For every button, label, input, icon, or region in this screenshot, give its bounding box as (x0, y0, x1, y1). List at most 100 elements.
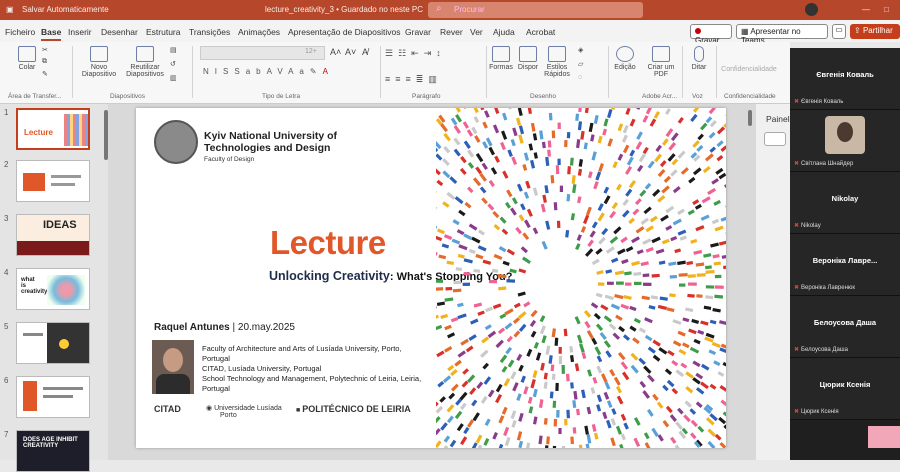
tab-gravar[interactable]: Gravar (405, 27, 431, 37)
mosaic-tile (587, 240, 594, 248)
shapes-button[interactable]: Formas (488, 46, 514, 71)
tab-inserir[interactable]: Inserir (68, 27, 92, 37)
participant-tile[interactable]: Євгенія Коваль ✖Євгенія Коваль (790, 48, 900, 110)
mosaic-tile (471, 127, 477, 135)
justify-icon[interactable]: ≣ (416, 74, 429, 84)
underline-icon[interactable]: S (223, 67, 234, 76)
tab-ficheiro[interactable]: Ficheiro (5, 27, 35, 37)
search-box[interactable]: ⌕ Procurar (428, 2, 643, 18)
participant-tile[interactable]: ✖Світлана Шнайдер (790, 110, 900, 172)
participant-tile[interactable]: Цюрик Ксенія ✖Цюрик Ксенія (790, 358, 900, 420)
font-color-icon[interactable]: A (323, 67, 334, 76)
comments-button[interactable]: ▭ (832, 24, 846, 39)
slide-thumbnail-6[interactable] (16, 376, 90, 418)
tab-acrobat[interactable]: Acrobat (526, 27, 555, 37)
grow-font-icon[interactable]: A˄ (330, 47, 341, 57)
bold-icon[interactable]: N (203, 67, 215, 76)
shape-fill-icon[interactable]: ◈ (578, 46, 583, 54)
font-size-combobox[interactable]: 12+ (305, 48, 317, 55)
indent-icon[interactable]: ⇤ (411, 48, 424, 58)
share-button[interactable]: ⇪ Partilhar (850, 24, 900, 39)
reuse-slides-button[interactable]: Reutilizar Diapositivos (122, 46, 168, 78)
new-slide-button[interactable]: Novo Diapositivo (78, 46, 120, 78)
mosaic-tile (545, 157, 549, 166)
numbering-icon[interactable]: ☷ (398, 48, 411, 58)
section-icon[interactable]: ▥ (170, 74, 177, 82)
slide-thumbnail-7[interactable]: DOES AGE INHIBIT CREATIVITY (16, 430, 90, 472)
tab-estrutura[interactable]: Estrutura (146, 27, 181, 37)
sensitivity-button[interactable]: Confidencialidade (718, 66, 780, 73)
autosave-toggle[interactable]: Salvar Automaticamente (22, 5, 109, 14)
mosaic-tile (697, 134, 704, 141)
user-avatar[interactable] (805, 3, 818, 16)
slide-thumbnail-4[interactable]: what is creativity? (16, 268, 90, 310)
tab-transicoes[interactable]: Transições (189, 27, 230, 37)
present-in-teams-button[interactable]: ▦ Apresentar no Teams (736, 24, 828, 39)
layout-icon[interactable]: ▤ (170, 46, 177, 54)
side-pane-button[interactable] (764, 132, 786, 146)
italic-icon[interactable]: I (215, 67, 223, 76)
mosaic-tile (645, 335, 653, 341)
bullets-icon[interactable]: ☰ (385, 48, 398, 58)
minimize-icon[interactable]: — (862, 5, 870, 14)
participant-tile[interactable]: Nikolay ✖Nikolay (790, 172, 900, 234)
slide-thumbnail-1[interactable]: Lecture (16, 108, 90, 150)
dictate-button[interactable]: Ditar (686, 46, 712, 71)
tab-base[interactable]: Base (41, 27, 61, 41)
case-icon[interactable]: Aa (288, 67, 310, 76)
spacing-icon[interactable]: AV (267, 67, 288, 76)
strike-icon[interactable]: S (234, 67, 245, 76)
shadow-icon[interactable]: ab (246, 67, 267, 76)
slide-thumbnail-3[interactable]: IDEAS (16, 214, 90, 256)
align-right-icon[interactable]: ≡ (406, 74, 416, 84)
participant-tile[interactable]: Вероніка Лаврe... ✖Вероніка Лавренюк (790, 234, 900, 296)
align-center-icon[interactable]: ≡ (395, 74, 405, 84)
shrink-font-icon[interactable]: A˅ (345, 47, 356, 57)
create-pdf-button[interactable]: Criar um PDF (644, 46, 678, 78)
align-left-icon[interactable]: ≡ (385, 74, 395, 84)
mosaic-tile (480, 350, 489, 358)
shape-effects-icon[interactable]: ◌ (578, 74, 582, 81)
tab-rever[interactable]: Rever (440, 27, 463, 37)
slide-thumbnail-2[interactable] (16, 160, 90, 202)
participant-tile[interactable]: Белоусова Даша ✖Белоусова Даша (790, 296, 900, 358)
mosaic-tile (657, 402, 664, 409)
paste-button[interactable]: Colar (12, 46, 42, 71)
university-logo (154, 120, 198, 164)
reset-icon[interactable]: ↺ (170, 60, 176, 68)
editing-button[interactable]: Edição (612, 46, 638, 71)
tab-apresentacao[interactable]: Apresentação de Diapositivos (288, 27, 400, 37)
mosaic-tile (659, 260, 666, 264)
arrange-button[interactable]: Dispor (516, 46, 540, 71)
mosaic-tile (604, 392, 610, 400)
maximize-icon[interactable]: □ (884, 5, 889, 14)
tab-desenhar[interactable]: Desenhar (101, 27, 138, 37)
clear-format-icon[interactable]: A̸ (362, 47, 368, 57)
slide-thumbnail-5[interactable] (16, 322, 90, 364)
mosaic-tile (723, 425, 726, 432)
outdent-icon[interactable]: ⇥ (424, 48, 437, 58)
mosaic-tile (712, 308, 721, 313)
mosaic-tile (442, 170, 450, 178)
highlight-icon[interactable]: ✎ (310, 67, 323, 76)
tab-ver[interactable]: Ver (470, 27, 483, 37)
columns-icon[interactable]: ▥ (428, 74, 442, 84)
mosaic-tile (453, 138, 460, 146)
mosaic-tile (653, 355, 661, 362)
tab-animacoes[interactable]: Animações (238, 27, 280, 37)
canvas-scrollbar[interactable] (748, 110, 752, 126)
quick-styles-button[interactable]: Estilos Rápidos (542, 46, 572, 78)
mosaic-tile (672, 319, 681, 325)
cut-icon[interactable]: ✂ (42, 46, 48, 54)
record-button[interactable]: Gravar (690, 24, 732, 39)
mosaic-tile (604, 315, 612, 322)
mosaic-tile (553, 401, 557, 408)
document-title[interactable]: lecture_creativity_3 • Guardado no neste… (265, 5, 423, 14)
slide-1[interactable]: Kyiv National University of Technologies… (136, 108, 726, 448)
copy-icon[interactable]: ⧉ (42, 58, 47, 66)
tab-ajuda[interactable]: Ajuda (493, 27, 515, 37)
format-painter-icon[interactable]: ✎ (42, 70, 48, 78)
mosaic-tile (596, 323, 603, 331)
shape-outline-icon[interactable]: ▱ (578, 60, 583, 68)
line-spacing-icon[interactable]: ↕ (436, 48, 446, 58)
